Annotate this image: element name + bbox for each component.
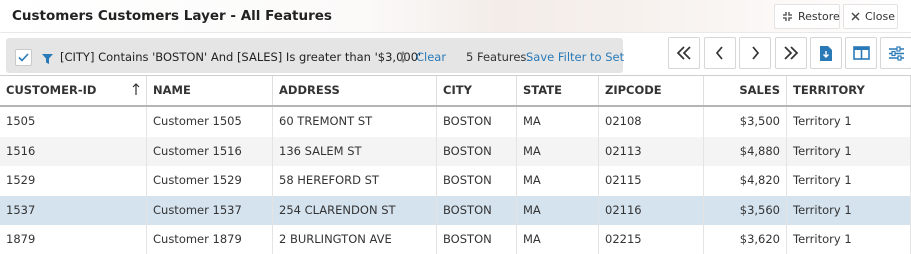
filter-funnel-icon — [42, 53, 53, 67]
column-header-state[interactable]: STATE — [517, 76, 599, 105]
restore-icon — [782, 11, 793, 22]
last-page-button[interactable] — [775, 37, 807, 69]
cell-zipcode: 02215 — [599, 225, 704, 254]
cell-sales: $3,560 — [704, 195, 787, 225]
restore-label: Restore — [798, 10, 840, 23]
column-header-city[interactable]: CITY — [437, 76, 517, 105]
cell-name: Customer 1529 — [147, 166, 273, 196]
columns-button[interactable] — [845, 37, 877, 69]
last-page-icon — [784, 46, 799, 60]
feature-count: 5 Features. — [466, 50, 531, 64]
attribute-table: CUSTOMER-ID NAME ADDRESS CITY STATE ZIPC… — [0, 75, 911, 254]
cell-state: MA — [517, 166, 599, 196]
table-row-selected[interactable]: 1537 Customer 1537 254 CLARENDON ST BOST… — [0, 195, 911, 225]
column-header-zipcode[interactable]: ZIPCODE — [599, 76, 704, 105]
cell-zipcode: 02113 — [599, 136, 704, 166]
cell-state: MA — [517, 225, 599, 254]
cell-territory: Territory 1 — [787, 166, 911, 196]
next-page-icon — [752, 46, 760, 60]
column-header-name[interactable]: NAME — [147, 76, 273, 105]
cell-address: 254 CLARENDON ST — [273, 195, 437, 225]
cell-city: BOSTON — [437, 166, 517, 196]
close-icon — [851, 12, 860, 21]
cell-address: 2 BURLINGTON AVE — [273, 225, 437, 254]
save-filter-link[interactable]: Save Filter to Set — [526, 50, 624, 64]
filter-expression[interactable]: [CITY] Contains 'BOSTON' And [SALES] Is … — [60, 50, 421, 64]
sort-ascending-icon — [132, 83, 140, 95]
cell-state: MA — [517, 107, 599, 137]
table-row[interactable]: 1505 Customer 1505 60 TREMONT ST BOSTON … — [0, 107, 911, 137]
cell-city: BOSTON — [437, 136, 517, 166]
title-bar: Customers Customers Layer - All Features… — [0, 0, 911, 33]
cell-city: BOSTON — [437, 195, 517, 225]
cell-zipcode: 02115 — [599, 166, 704, 196]
table-row[interactable]: 1879 Customer 1879 2 BURLINGTON AVE BOST… — [0, 225, 911, 254]
cell-territory: Territory 1 — [787, 225, 911, 254]
export-button[interactable] — [810, 37, 842, 69]
window-title: Customers Customers Layer - All Features — [12, 8, 332, 24]
cell-customer-id: 1505 — [0, 107, 147, 137]
table-header: CUSTOMER-ID NAME ADDRESS CITY STATE ZIPC… — [0, 76, 911, 107]
clear-filter-link[interactable]: Clear — [416, 50, 446, 64]
cell-zipcode: 02108 — [599, 107, 704, 137]
columns-icon — [852, 46, 870, 60]
restore-button[interactable]: Restore — [774, 4, 840, 29]
cell-sales: $4,820 — [704, 166, 787, 196]
cell-customer-id: 1516 — [0, 136, 147, 166]
cell-state: MA — [517, 195, 599, 225]
column-header-territory[interactable]: TERRITORY — [787, 76, 911, 105]
cell-customer-id: 1529 — [0, 166, 147, 196]
cell-state: MA — [517, 136, 599, 166]
table-row[interactable]: 1516 Customer 1516 136 SALEM ST BOSTON M… — [0, 136, 911, 166]
filter-bar: [CITY] Contains 'BOSTON' And [SALES] Is … — [6, 38, 624, 73]
filter-enabled-checkbox[interactable] — [15, 49, 32, 66]
cell-customer-id: 1879 — [0, 225, 147, 254]
column-header-sales[interactable]: SALES — [704, 76, 787, 105]
previous-page-icon — [715, 46, 723, 60]
settings-sliders-icon — [888, 45, 904, 61]
cell-sales: $4,880 — [704, 136, 787, 166]
cell-address: 58 HEREFORD ST — [273, 166, 437, 196]
cell-name: Customer 1516 — [147, 136, 273, 166]
first-page-button[interactable] — [668, 37, 700, 69]
column-header-customer-id[interactable]: CUSTOMER-ID — [0, 76, 147, 105]
cell-name: Customer 1537 — [147, 195, 273, 225]
cell-address: 136 SALEM ST — [273, 136, 437, 166]
table-row[interactable]: 1529 Customer 1529 58 HEREFORD ST BOSTON… — [0, 166, 911, 196]
cell-address: 60 TREMONT ST — [273, 107, 437, 137]
cell-territory: Territory 1 — [787, 107, 911, 137]
cell-customer-id: 1537 — [0, 195, 147, 225]
cell-city: BOSTON — [437, 225, 517, 254]
previous-page-button[interactable] — [704, 37, 736, 69]
close-label: Close — [865, 10, 895, 23]
cell-name: Customer 1879 — [147, 225, 273, 254]
checkmark-icon — [18, 53, 29, 62]
spinner-arrows-icon — [400, 51, 406, 63]
close-button[interactable]: Close — [843, 4, 898, 29]
cell-zipcode: 02116 — [599, 195, 704, 225]
cell-sales: $3,500 — [704, 107, 787, 137]
cell-territory: Territory 1 — [787, 136, 911, 166]
first-page-icon — [676, 46, 691, 60]
cell-territory: Territory 1 — [787, 195, 911, 225]
export-icon — [820, 45, 832, 61]
cell-city: BOSTON — [437, 107, 517, 137]
cell-name: Customer 1505 — [147, 107, 273, 137]
settings-button[interactable] — [880, 37, 911, 69]
column-header-address[interactable]: ADDRESS — [273, 76, 437, 105]
filter-spinner[interactable] — [398, 48, 408, 66]
next-page-button[interactable] — [739, 37, 771, 69]
cell-sales: $3,620 — [704, 225, 787, 254]
